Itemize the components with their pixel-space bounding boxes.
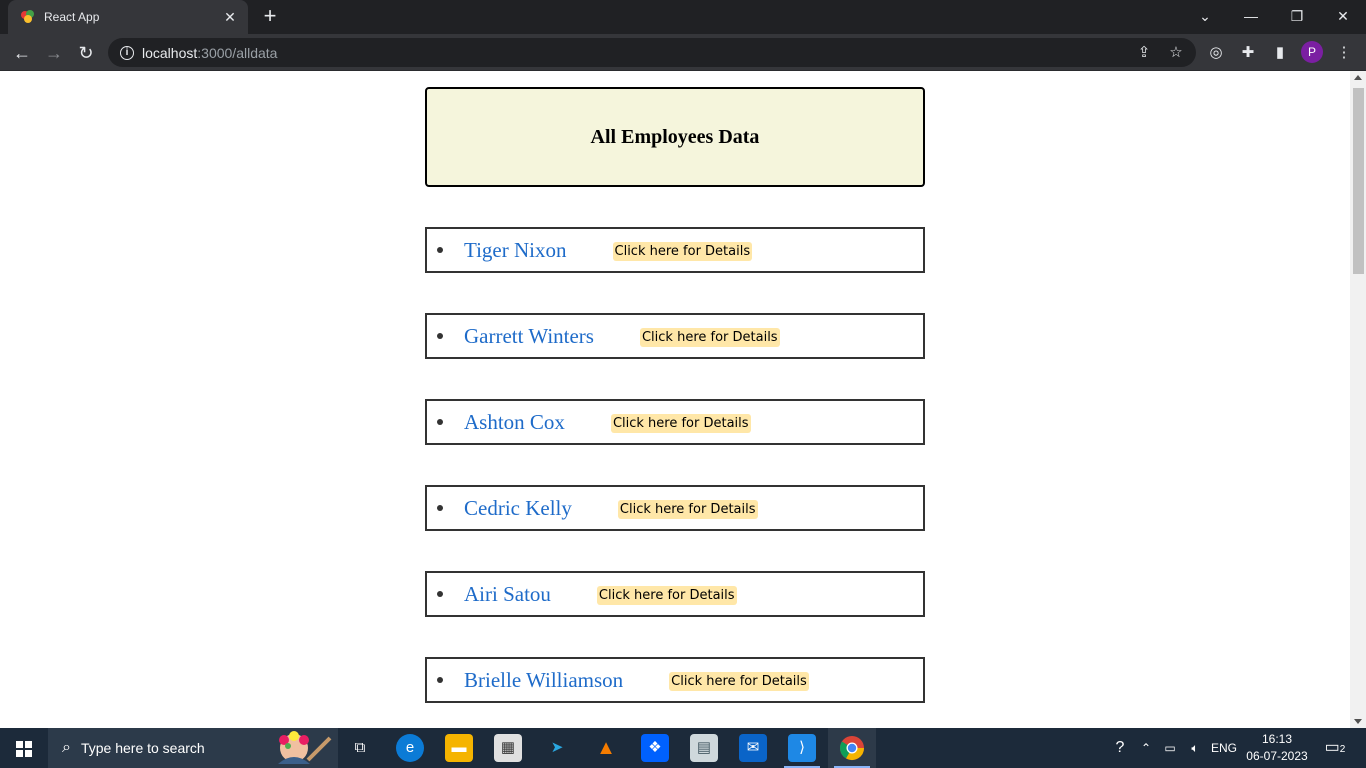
details-button[interactable]: Click here for Details [610,413,751,433]
reload-icon[interactable]: ↻ [74,41,98,65]
search-highlight-doodle-icon [278,731,332,764]
show-hidden-icons-chevron-icon[interactable]: ⌃ [1136,728,1156,768]
employee-list-item: Brielle Williamson Click here for Detail… [425,657,925,703]
language-indicator[interactable]: ENG [1208,728,1240,768]
site-info-icon[interactable]: i [120,45,134,60]
page-header-box: All Employees Data [425,87,925,187]
scroll-up-arrow-icon[interactable] [1354,75,1362,80]
employee-list-item: Airi Satou Click here for Details [425,571,925,617]
details-button[interactable]: Click here for Details [596,585,737,605]
forward-arrow-icon[interactable]: → [42,41,66,65]
extension-target-icon[interactable]: ◎ [1204,41,1228,65]
close-tab-icon[interactable]: ✕ [222,9,238,26]
vscode-icon[interactable]: ⟩ [788,734,816,762]
url-host: localhost [142,44,198,61]
bullet-icon [437,333,443,339]
new-tab-icon[interactable]: + [258,5,282,28]
power-automate-icon[interactable]: ➤ [543,734,571,762]
details-button[interactable]: Click here for Details [669,671,809,691]
bullet-icon [437,591,443,597]
bookmark-star-icon[interactable]: ☆ [1164,41,1188,65]
minimize-icon[interactable]: — [1228,0,1274,32]
employee-name-link[interactable]: Brielle Williamson [464,668,623,693]
page-scrollbar[interactable] [1350,71,1366,728]
page-title: All Employees Data [590,125,760,148]
share-icon[interactable]: ⇪ [1132,41,1156,65]
search-placeholder: Type here to search [80,740,205,756]
taskbar-search-box[interactable]: ⌕ Type here to search [48,728,338,768]
restore-icon[interactable]: ❐ [1274,0,1320,32]
employee-list-item: Tiger Nixon Click here for Details [425,227,925,273]
menu-kebab-icon[interactable]: ⋮ [1332,41,1356,65]
dropbox-icon[interactable]: ❖ [641,734,669,762]
notification-center-icon[interactable]: ▭2 [1318,728,1352,768]
microsoft-store-icon[interactable]: ▦ [494,734,522,762]
browser-toolbar: ← → ↻ i localhost :3000/alldata ⇪ ☆ ◎ ✚ … [0,34,1366,71]
tab-search-chevron-icon[interactable]: ⌄ [1182,0,1228,32]
windows-start-icon[interactable] [0,728,48,768]
close-window-icon[interactable]: ✕ [1320,0,1366,32]
tab-title: React App [44,10,100,24]
url-path: :3000/alldata [197,44,278,61]
employee-name-link[interactable]: Ashton Cox [464,410,565,435]
browser-tab-bar: React App ✕ + ⌄ — ❐ ✕ [0,0,1366,34]
help-icon[interactable]: ? [1106,728,1134,768]
bullet-icon [437,247,443,253]
employee-name-link[interactable]: Cedric Kelly [464,496,572,521]
details-button[interactable]: Click here for Details [639,327,780,347]
bullet-icon [437,419,443,425]
details-button[interactable]: Click here for Details [612,241,753,261]
bullet-icon [437,505,443,511]
vlc-player-icon[interactable]: ▲ [592,734,620,762]
employee-list: Tiger Nixon Click here for Details Garre… [425,227,925,728]
scroll-down-arrow-icon[interactable] [1354,719,1362,724]
battery-icon[interactable]: ▭ [1158,728,1182,768]
page-viewport: All Employees Data Tiger Nixon Click her… [0,71,1350,728]
task-view-icon[interactable]: ⧉ [346,734,374,762]
employee-name-link[interactable]: Airi Satou [464,582,551,607]
address-bar[interactable]: i localhost :3000/alldata [108,38,1196,67]
react-app-favicon-icon [21,10,34,23]
edge-browser-icon[interactable]: e [396,734,424,762]
details-button[interactable]: Click here for Details [617,499,758,519]
file-explorer-icon[interactable]: ▬ [445,734,473,762]
clock-time: 16:13 [1261,732,1293,746]
notification-count: 2 [1339,744,1346,755]
employee-list-item: Cedric Kelly Click here for Details [425,485,925,531]
employee-name-link[interactable]: Tiger Nixon [464,238,567,263]
browser-tab[interactable]: React App ✕ [8,0,248,34]
windows-taskbar: ⌕ Type here to search ⧉ e ▬ ▦ ➤ ▲ ❖ ▤ ✉ … [0,728,1366,768]
employee-list-item: Garrett Winters Click here for Details [425,313,925,359]
employee-list-item: Ashton Cox Click here for Details [425,399,925,445]
control-panel-icon[interactable]: ▤ [690,734,718,762]
scrollbar-thumb[interactable] [1353,88,1364,274]
employee-name-link[interactable]: Garrett Winters [464,324,594,349]
search-icon: ⌕ [62,739,71,756]
back-arrow-icon[interactable]: ← [10,41,34,65]
extensions-puzzle-icon[interactable]: ✚ [1236,41,1260,65]
taskbar-clock[interactable]: 16:13 06-07-2023 [1244,731,1310,765]
profile-avatar[interactable]: P [1301,41,1323,63]
clock-date: 06-07-2023 [1246,749,1308,763]
chrome-icon[interactable] [838,734,866,762]
mail-icon[interactable]: ✉ [739,734,767,762]
volume-icon[interactable]: 🔈︎ [1184,728,1206,768]
bullet-icon [437,677,443,683]
side-panel-icon[interactable]: ▮ [1268,41,1292,65]
